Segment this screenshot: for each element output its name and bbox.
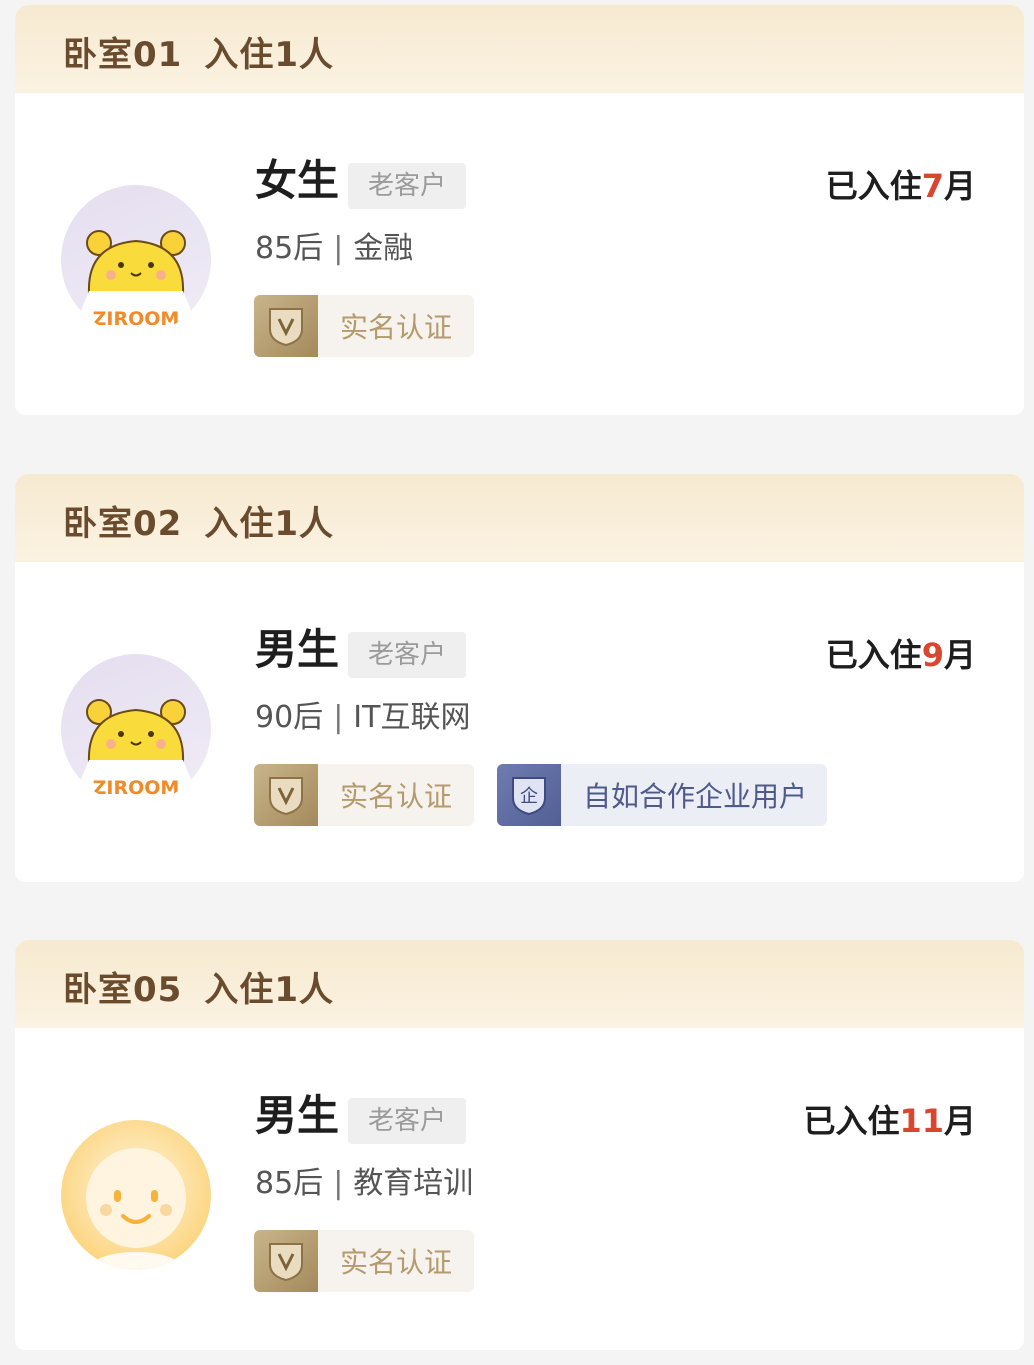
room-name: 卧室05 xyxy=(63,970,183,1010)
room-title: 卧室01 入住1人 xyxy=(63,27,334,76)
verified-label: 实名认证 xyxy=(340,780,453,813)
gender-label: 女生 xyxy=(255,156,340,205)
roommate-info[interactable]: 男生 老客户 已入住11月 85后 | 教育培训 实名认证 xyxy=(15,1028,1024,1350)
stay-prefix: 已入住 xyxy=(803,1102,900,1140)
smiley-avatar-icon xyxy=(61,1120,211,1270)
meta-separator: | xyxy=(333,1166,344,1201)
v-shield-icon xyxy=(254,1230,318,1292)
verified-badge: 实名认证 xyxy=(254,1230,474,1292)
corporate-user-badge: 企 自如合作企业用户 xyxy=(497,764,827,826)
stay-duration: 已入住9月 xyxy=(826,630,976,676)
verified-label: 实名认证 xyxy=(340,311,453,344)
room-card-05: 卧室05 入住1人 男生 老客户 已入住11月 85后 | 教育培训 实名认证 xyxy=(15,940,1024,1350)
age-group: 85后 xyxy=(255,231,324,266)
room-occupancy: 入住1人 xyxy=(204,504,334,544)
room-occupancy: 入住1人 xyxy=(204,35,334,75)
verified-badge: 实名认证 xyxy=(254,295,474,357)
bear-avatar-icon: ZIROOM xyxy=(61,654,211,804)
industry: 金融 xyxy=(353,231,414,266)
stay-number: 9 xyxy=(921,636,944,674)
stay-suffix: 月 xyxy=(943,167,976,205)
v-shield-icon xyxy=(254,764,318,826)
room-card-01: 卧室01 入住1人 ZIROOM 女生 老客户 已入住7月 85后 | 金融 实… xyxy=(15,5,1024,415)
customer-tag: 老客户 xyxy=(348,163,466,209)
corporate-icon-char: 企 xyxy=(520,786,538,807)
meta-separator: | xyxy=(333,700,344,735)
age-group: 85后 xyxy=(255,1166,324,1201)
bear-avatar-icon: ZIROOM xyxy=(61,185,211,335)
avatar-brand-text: ZIROOM xyxy=(93,777,180,799)
room-title: 卧室05 入住1人 xyxy=(63,962,334,1011)
profile-meta: 85后 | 教育培训 xyxy=(255,1164,473,1204)
corporate-shield-icon: 企 xyxy=(497,764,561,826)
profile-meta: 85后 | 金融 xyxy=(255,229,413,269)
roommate-info[interactable]: ZIROOM 女生 老客户 已入住7月 85后 | 金融 实名认证 xyxy=(15,93,1024,415)
stay-prefix: 已入住 xyxy=(825,167,922,205)
gender-label: 男生 xyxy=(255,625,340,674)
verified-label: 实名认证 xyxy=(340,1246,453,1279)
customer-tag: 老客户 xyxy=(348,1098,466,1144)
stay-duration: 已入住7月 xyxy=(826,161,976,207)
stay-number: 7 xyxy=(921,167,944,205)
profile-meta: 90后 | IT互联网 xyxy=(255,698,470,738)
room-header: 卧室01 入住1人 xyxy=(15,5,1024,93)
verified-badge: 实名认证 xyxy=(254,764,474,826)
room-header: 卧室05 入住1人 xyxy=(15,940,1024,1028)
room-name: 卧室01 xyxy=(63,35,183,75)
gender-label: 男生 xyxy=(255,1091,340,1140)
age-group: 90后 xyxy=(255,700,324,735)
stay-duration: 已入住11月 xyxy=(803,1096,976,1142)
room-name: 卧室02 xyxy=(63,504,183,544)
stay-suffix: 月 xyxy=(943,636,976,674)
room-occupancy: 入住1人 xyxy=(204,970,334,1010)
avatar-brand-text: ZIROOM xyxy=(93,308,180,330)
corporate-label: 自如合作企业用户 xyxy=(583,780,808,813)
meta-separator: | xyxy=(333,231,344,266)
stay-number: 11 xyxy=(899,1102,944,1140)
industry: 教育培训 xyxy=(353,1166,474,1201)
room-card-02: 卧室02 入住1人 ZIROOM 男生 老客户 已入住9月 90后 | IT互联网 xyxy=(15,474,1024,882)
industry: IT互联网 xyxy=(353,700,471,735)
room-header: 卧室02 入住1人 xyxy=(15,474,1024,562)
stay-suffix: 月 xyxy=(943,1102,976,1140)
room-title: 卧室02 入住1人 xyxy=(63,496,334,545)
roommate-info[interactable]: ZIROOM 男生 老客户 已入住9月 90后 | IT互联网 实名认证 企 自如合… xyxy=(15,562,1024,882)
v-shield-icon xyxy=(254,295,318,357)
stay-prefix: 已入住 xyxy=(825,636,922,674)
customer-tag: 老客户 xyxy=(348,632,466,678)
